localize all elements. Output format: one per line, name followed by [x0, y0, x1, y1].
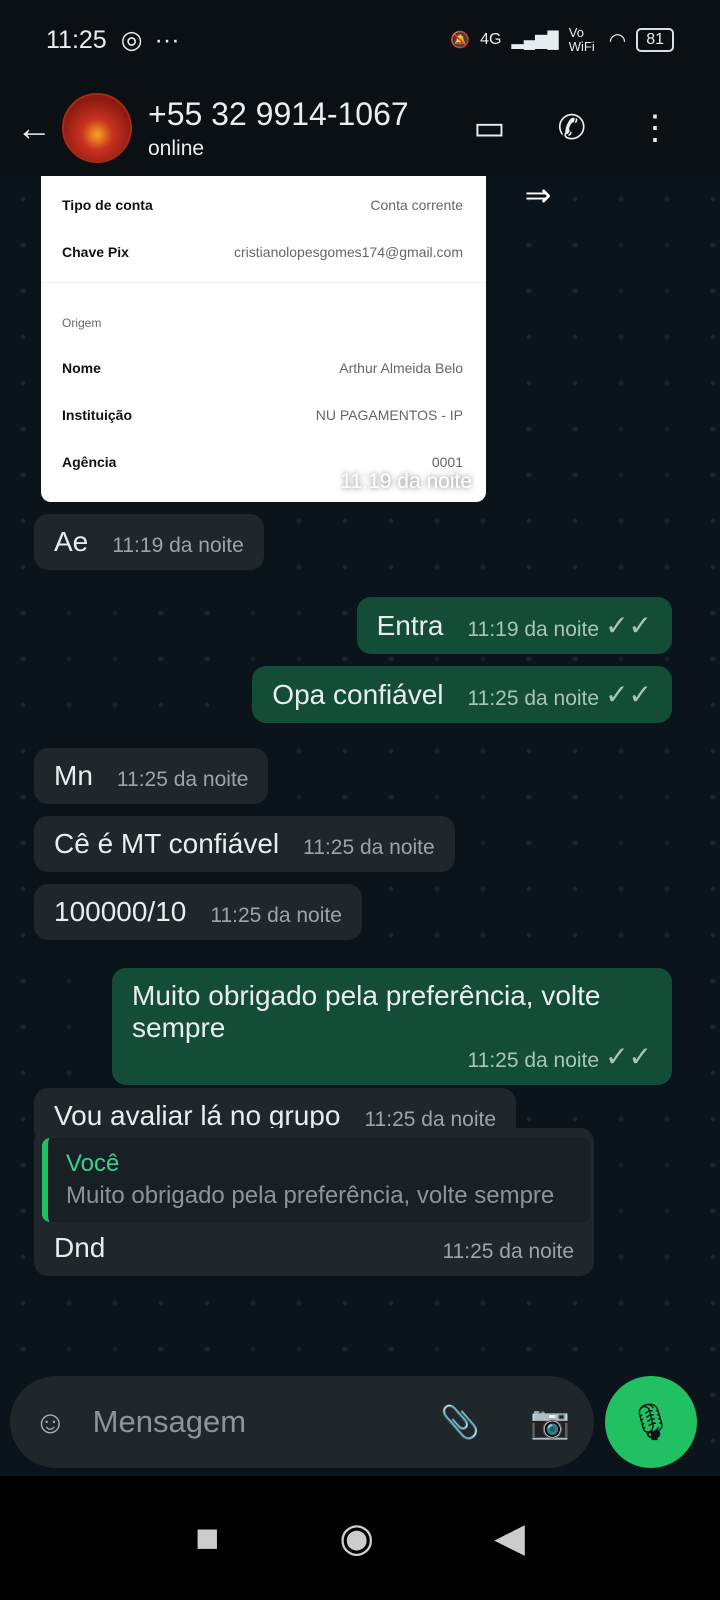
signal-icon: ▂▄▆█: [511, 32, 559, 49]
message-time: 11:25 da noite: [116, 768, 249, 791]
presence-status: online: [148, 136, 205, 160]
microphone-icon: 🎙: [628, 1401, 674, 1442]
field-label: Tipo de conta: [62, 197, 153, 213]
message-time: 11:25 da noite: [467, 1049, 600, 1072]
video-call-icon[interactable]: ▭: [473, 108, 505, 148]
message-text: Dnd: [54, 1232, 106, 1263]
message-incoming[interactable]: Ae 11:19 da noite: [34, 514, 264, 570]
vowifi-label: Vo WiFi: [568, 25, 595, 54]
message-time: 11:25 da noite: [210, 904, 342, 927]
message-outgoing[interactable]: Muito obrigado pela preferência, volte s…: [112, 968, 672, 1085]
field-label: Agência: [62, 454, 117, 470]
field-value: Arthur Almeida Belo: [339, 360, 463, 376]
field-value: 0001: [431, 454, 463, 470]
back-arrow-icon[interactable]: ←: [6, 107, 62, 149]
read-ticks-icon: ✓✓: [605, 610, 652, 641]
field-value: cristianolopesgomes174@gmail.com: [234, 244, 463, 260]
field-label: Instituição: [62, 407, 133, 423]
forward-icon[interactable]: ⇒: [508, 176, 568, 216]
message-incoming[interactable]: 100000/10 11:25 da noite: [34, 884, 362, 940]
message-outgoing[interactable]: Entra 11:19 da noite ✓✓: [356, 597, 672, 654]
message-input[interactable]: Mensagem: [93, 1404, 246, 1440]
message-time: 11:19 da noite: [467, 618, 600, 641]
field-label: Chave Pix: [62, 244, 129, 260]
field-value: NU PAGAMENTOS - IP: [315, 407, 463, 423]
message-outgoing[interactable]: Opa confiável 11:25 da noite ✓✓: [252, 666, 672, 723]
whatsapp-notification-icon: ◎: [120, 26, 143, 54]
home-icon[interactable]: ◉: [339, 1515, 374, 1561]
avatar[interactable]: [62, 93, 132, 163]
message-text: 100000/10: [54, 896, 187, 927]
message-time: 11:25 da noite: [303, 836, 435, 859]
silent-icon: 🔕: [450, 32, 471, 49]
message-text: Ae: [54, 526, 89, 557]
message-text: Muito obrigado pela preferência, volte s…: [132, 980, 601, 1043]
message-time: 11:19 da noite: [112, 534, 244, 557]
more-notifications-icon: ···: [154, 25, 180, 54]
message-incoming[interactable]: Cê é MT confiável 11:25 da noite: [34, 816, 455, 872]
message-incoming-reply[interactable]: Você Muito obrigado pela preferência, vo…: [34, 1128, 594, 1276]
chat-area[interactable]: Tipo de conta Conta corrente Chave Pix cri…: [0, 176, 720, 1476]
more-options-icon[interactable]: ⋮: [638, 108, 672, 148]
image-message[interactable]: Tipo de conta Conta corrente Chave Pix cri…: [41, 176, 486, 502]
phone-call-icon[interactable]: ✆: [558, 108, 587, 148]
message-incoming[interactable]: Mn 11:25 da noite: [34, 748, 269, 804]
system-nav-bar: ■ ◉ ◀: [0, 1476, 720, 1600]
divider: [41, 282, 486, 283]
attach-icon[interactable]: 📎: [440, 1403, 480, 1441]
message-composer[interactable]: ☺ Mensagem 📎 📷: [10, 1376, 594, 1468]
voice-record-button[interactable]: 🎙: [605, 1376, 697, 1468]
wifi-icon: ◠: [608, 29, 627, 52]
recents-icon[interactable]: ■: [195, 1516, 219, 1561]
read-ticks-icon: ✓✓: [605, 679, 652, 710]
message-time: 11:25 da noite: [467, 687, 600, 710]
network-label: 4G: [480, 31, 502, 48]
sticker-icon[interactable]: ☺: [34, 1404, 67, 1441]
quote-author: Você: [66, 1150, 120, 1177]
section-label: Origem: [62, 316, 102, 330]
message-text: Mn: [54, 760, 93, 791]
message-time: 11:25 da noite: [442, 1240, 574, 1263]
chat-header: ← +55 32 9914-1067 online ▭ ✆ ⋮: [0, 80, 720, 176]
status-bar: 11:25 ◎ ··· 🔕 4G ▂▄▆█ Vo WiFi ◠ 81: [0, 0, 720, 80]
message-text: Entra: [376, 610, 444, 641]
quote-text: Muito obrigado pela preferência, volte s…: [66, 1182, 555, 1209]
back-icon[interactable]: ◀: [494, 1515, 525, 1561]
field-label: Nome: [62, 360, 101, 376]
message-time: 11:19 da noite: [340, 470, 472, 493]
message-text: Opa confiável: [272, 679, 444, 710]
battery-level: 81: [636, 28, 674, 52]
clock: 11:25: [46, 25, 107, 54]
field-value: Conta corrente: [370, 197, 463, 213]
read-ticks-icon: ✓✓: [605, 1041, 652, 1072]
message-text: Cê é MT confiável: [54, 828, 280, 859]
contact-info[interactable]: +55 32 9914-1067 online: [148, 96, 409, 161]
quoted-message[interactable]: Você Muito obrigado pela preferência, vo…: [42, 1138, 590, 1222]
camera-icon[interactable]: 📷: [530, 1403, 570, 1441]
contact-name: +55 32 9914-1067: [148, 95, 409, 132]
